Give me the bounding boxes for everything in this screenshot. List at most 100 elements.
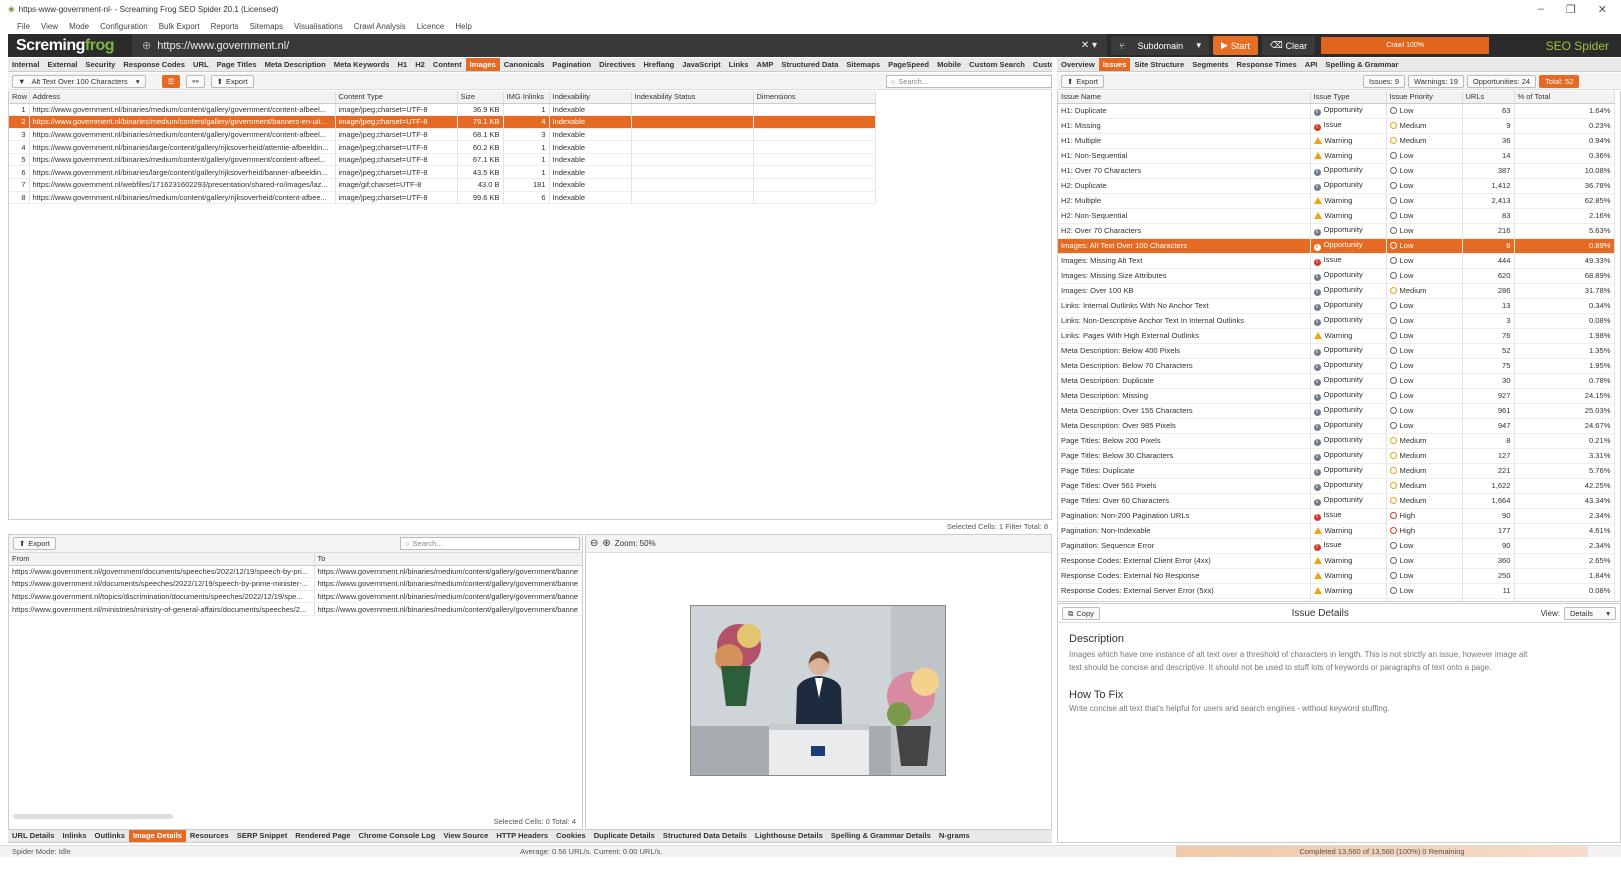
bottom-tab-image-details[interactable]: Image Details xyxy=(128,830,186,842)
start-button[interactable]: ▶ Start xyxy=(1213,36,1258,55)
tab-amp[interactable]: AMP xyxy=(753,58,778,71)
table-row[interactable]: 2 https://www.government.nl/binaries/medi… xyxy=(9,115,876,129)
bottom-tab-cookies[interactable]: Cookies xyxy=(552,830,590,842)
table-row[interactable]: 1 https://www.government.nl/binaries/medi… xyxy=(9,103,876,117)
tab-hreflang[interactable]: Hreflang xyxy=(639,58,678,71)
tab-response-codes[interactable]: Response Codes xyxy=(119,58,189,71)
issue-row[interactable]: H1: Over 70 Characters i Opportunity Low 387… xyxy=(1058,163,1615,179)
issue-row[interactable]: Response Codes: External Client Error (4… xyxy=(1058,553,1615,569)
issue-row[interactable]: H1: Duplicate i Opportunity Low 63 1.64% xyxy=(1058,103,1615,119)
clear-button[interactable]: ⌫ Clear xyxy=(1261,36,1316,55)
right-tab-site-structure[interactable]: Site Structure xyxy=(1130,58,1188,71)
minimize-icon[interactable]: – xyxy=(1538,3,1544,16)
issue-row[interactable]: H1: Non-Sequential Warning Low 14 0.36% xyxy=(1058,148,1615,164)
tab-external[interactable]: External xyxy=(43,58,81,71)
tab-directives[interactable]: Directives xyxy=(595,58,639,71)
table-row[interactable]: 8 https://www.government.nl/binaries/medi… xyxy=(9,191,876,205)
bottom-tab-outlinks[interactable]: Outlinks xyxy=(91,830,129,842)
issue-row[interactable]: Response Codes: External No Response Warn… xyxy=(1058,568,1615,584)
issue-row[interactable]: Response Codes: Internal Client Error (4… xyxy=(1058,598,1615,601)
right-tab-segments[interactable]: Segments xyxy=(1188,58,1232,71)
bottom-tab-rendered-page[interactable]: Rendered Page xyxy=(291,830,354,842)
menu-configuration[interactable]: Configuration xyxy=(100,22,148,31)
opportunities-count-badge[interactable]: Opportunities: 24 xyxy=(1466,74,1537,88)
issue-row[interactable]: Pagination: Non-Indexable Warning High 177 4… xyxy=(1058,523,1615,539)
tab-custom-search[interactable]: Custom Search xyxy=(965,58,1029,71)
menu-visualisations[interactable]: Visualisations xyxy=(294,22,343,31)
menu-sitemaps[interactable]: Sitemaps xyxy=(250,22,283,31)
issue-row[interactable]: Links: Non-Descriptive Anchor Text In In… xyxy=(1058,313,1615,329)
tab-h1[interactable]: H1 xyxy=(393,58,411,71)
warnings-count-badge[interactable]: Warnings: 19 xyxy=(1408,74,1464,88)
menu-help[interactable]: Help xyxy=(455,22,471,31)
issue-row[interactable]: H2: Over 70 Characters i Opportunity Low 216… xyxy=(1058,223,1615,239)
table-row[interactable]: 7 https://www.government.nl/webfiles/1716… xyxy=(9,178,876,192)
tab-meta-description[interactable]: Meta Description xyxy=(261,58,330,71)
right-tab-overview[interactable]: Overview xyxy=(1057,58,1099,71)
inlinks-search-input[interactable]: ○ Search... xyxy=(399,537,580,550)
copy-button[interactable]: ⧉ Copy xyxy=(1062,606,1100,620)
column-header-issue-type[interactable]: Issue Type xyxy=(1310,91,1387,104)
issue-row[interactable]: Images: Alt Text Over 100 Characters i Opp… xyxy=(1058,238,1615,254)
issues-count-badge[interactable]: Issues: 9 xyxy=(1362,74,1405,88)
issue-row[interactable]: Meta Description: Over 985 Pixels i Opport… xyxy=(1058,418,1615,434)
tab-sitemaps[interactable]: Sitemaps xyxy=(842,58,884,71)
right-tab-spelling-grammar[interactable]: Spelling & Grammar xyxy=(1321,58,1402,71)
column-header-to[interactable]: To xyxy=(314,553,582,566)
table-row[interactable]: 3 https://www.government.nl/binaries/medi… xyxy=(9,128,876,142)
menu-file[interactable]: File xyxy=(17,22,30,31)
menu-bulk-export[interactable]: Bulk Export xyxy=(159,22,200,31)
bottom-tab-spelling-grammar-details[interactable]: Spelling & Grammar Details xyxy=(827,830,935,842)
view-select[interactable]: Details ▾ xyxy=(1564,606,1616,620)
table-row[interactable]: 4 https://www.government.nl/binaries/larg… xyxy=(9,140,876,154)
issue-row[interactable]: Page Titles: Duplicate i Opportunity Medium… xyxy=(1058,463,1615,479)
close-icon[interactable]: ✕ xyxy=(1598,3,1607,16)
right-tab-issues[interactable]: Issues xyxy=(1098,58,1131,71)
tab-pagination[interactable]: Pagination xyxy=(548,58,595,71)
menu-licence[interactable]: Licence xyxy=(417,22,445,31)
clear-url-icon[interactable]: ✕ ▾ xyxy=(1081,40,1097,51)
issue-row[interactable]: Meta Description: Below 400 Pixels i Oppor… xyxy=(1058,343,1615,359)
issue-row[interactable]: Meta Description: Missing i Opportunity Low… xyxy=(1058,388,1615,404)
menu-crawl-analysis[interactable]: Crawl Analysis xyxy=(354,22,406,31)
main-search-input[interactable]: ○ Search... xyxy=(885,74,1052,88)
column-header-issue-name[interactable]: Issue Name xyxy=(1058,91,1311,104)
tab-links[interactable]: Links xyxy=(725,58,753,71)
column-header-size[interactable]: Size xyxy=(457,91,504,104)
column-header-indexability[interactable]: Indexability xyxy=(549,91,632,104)
bottom-tab-view-source[interactable]: View Source xyxy=(439,830,492,842)
inlink-row[interactable]: https://www.government.nl/government/doc… xyxy=(9,565,582,579)
tab-meta-keywords[interactable]: Meta Keywords xyxy=(330,58,394,71)
issue-row[interactable]: Links: Internal Outlinks With No Anchor … xyxy=(1058,298,1615,314)
column-header-issue-priority[interactable]: Issue Priority xyxy=(1386,91,1463,104)
inlink-row[interactable]: https://www.government.nl/topics/discrim… xyxy=(9,590,582,604)
total-count-badge[interactable]: Total: 52 xyxy=(1539,74,1580,88)
issue-row[interactable]: Page Titles: Over 60 Characters i Opportun… xyxy=(1058,493,1615,509)
crawl-mode-select[interactable]: ⑂ Subdomain ▾ xyxy=(1111,36,1209,55)
tab-internal[interactable]: Internal xyxy=(8,58,43,71)
tab-security[interactable]: Security xyxy=(81,58,119,71)
tab-custom-extraction[interactable]: Custom Extraction xyxy=(1029,58,1052,71)
zoom-out-icon[interactable]: ⊖ xyxy=(590,538,598,549)
right-tab-response-times[interactable]: Response Times xyxy=(1233,58,1301,71)
inlinks-export-button[interactable]: ⬆ Export xyxy=(13,537,56,550)
inlink-row[interactable]: https://www.government.nl/ministries/min… xyxy=(9,602,582,616)
issue-row[interactable]: Page Titles: Over 561 Pixels i Opportunity… xyxy=(1058,478,1615,494)
tab-javascript[interactable]: JavaScript xyxy=(678,58,724,71)
table-row[interactable]: 5 https://www.government.nl/binaries/medi… xyxy=(9,153,876,167)
issue-row[interactable]: Page Titles: Below 200 Pixels i Opportunit… xyxy=(1058,433,1615,449)
column-header-dimensions[interactable]: Dimensions xyxy=(753,91,876,104)
issue-row[interactable]: Page Titles: Below 30 Characters i Opportu… xyxy=(1058,448,1615,464)
issue-row[interactable]: H1: Missing! Issue Medium 9 0.23% xyxy=(1058,118,1615,134)
column-header-img-inlinks[interactable]: IMG Inlinks xyxy=(503,91,550,104)
issue-row[interactable]: Images: Over 100 KB i Opportunity Medium 286… xyxy=(1058,283,1615,299)
bottom-tab-url-details[interactable]: URL Details xyxy=(8,830,58,842)
column-header-content-type[interactable]: Content Type xyxy=(335,91,458,104)
tree-view-button[interactable]: ⚯ xyxy=(186,74,205,88)
bottom-tab-lighthouse-details[interactable]: Lighthouse Details xyxy=(751,830,827,842)
issue-row[interactable]: H2: Non-Sequential Warning Low 83 2.16% xyxy=(1058,208,1615,224)
table-row[interactable]: 6 https://www.government.nl/binaries/larg… xyxy=(9,165,876,180)
bottom-tab-n-grams[interactable]: N-grams xyxy=(935,830,974,842)
tab-canonicals[interactable]: Canonicals xyxy=(500,58,549,71)
tab-structured-data[interactable]: Structured Data xyxy=(777,58,842,71)
